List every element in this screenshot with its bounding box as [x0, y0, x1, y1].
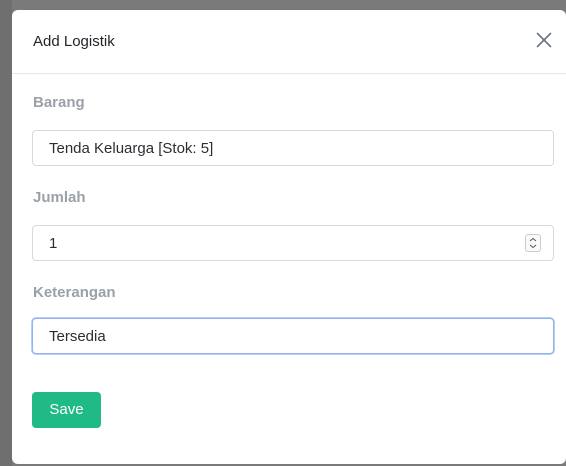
modal-header: Add Logistik — [12, 10, 566, 74]
jumlah-input[interactable]: 1 — [32, 225, 554, 261]
modal-title: Add Logistik — [33, 33, 115, 50]
jumlah-value: 1 — [49, 235, 58, 252]
jumlah-label: Jumlah — [33, 189, 86, 206]
keterangan-label: Keterangan — [33, 284, 116, 301]
spinner-arrows-icon[interactable] — [525, 234, 541, 252]
barang-select[interactable]: Tenda Keluarga [Stok: 5] — [32, 130, 554, 166]
close-icon — [532, 28, 556, 52]
page-backdrop — [0, 0, 12, 466]
barang-label: Barang — [33, 94, 85, 111]
save-button[interactable]: Save — [32, 392, 101, 428]
keterangan-value: Tersedia — [49, 328, 106, 345]
add-logistik-modal: Add Logistik Barang Tenda Keluarga [Stok… — [12, 10, 566, 464]
barang-value: Tenda Keluarga [Stok: 5] — [49, 140, 214, 157]
close-button[interactable] — [532, 28, 556, 52]
keterangan-input[interactable]: Tersedia — [32, 318, 554, 354]
